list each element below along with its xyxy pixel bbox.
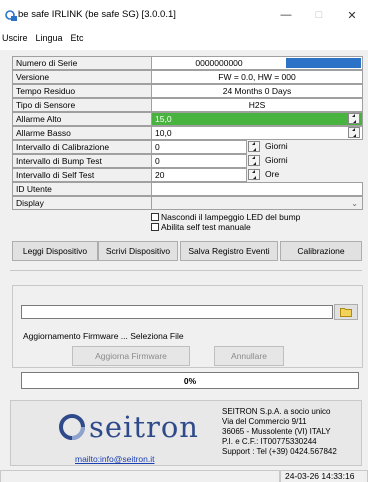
mailto-link[interactable]: mailto:info@seitron.it (75, 454, 155, 464)
logo-mark-icon (59, 414, 85, 440)
alarm-low-spinner-icon[interactable] (348, 127, 360, 138)
row-selftest-interval: Intervallo di Self Test 20 Ore (12, 168, 363, 182)
row-sensor-type: Tipo di Sensore H2S (12, 98, 363, 112)
read-device-button[interactable]: Leggi Dispositivo (12, 241, 98, 261)
alarm-low-label: Allarme Basso (12, 126, 151, 140)
update-firmware-button[interactable]: Aggiorna Firmware (72, 346, 190, 366)
folder-icon (339, 308, 352, 317)
row-version: Versione FW = 0.0, HW = 000 (12, 70, 363, 84)
cancel-button[interactable]: Annullare (214, 346, 284, 366)
logo-text: seitron (89, 410, 199, 444)
hide-led-checkbox[interactable] (151, 212, 159, 221)
selftest-interval-value: 20 (155, 170, 165, 180)
chevron-down-icon: ⌄ (351, 199, 358, 208)
minimize-button[interactable]: — (272, 6, 300, 24)
firmware-status-label: Aggiornamento Firmware ... Seleziona Fil… (23, 331, 184, 341)
alarm-high-input[interactable]: 15,0 (151, 112, 363, 126)
bump-interval-spinner-icon[interactable] (248, 155, 260, 166)
app-icon (5, 10, 17, 21)
alarm-low-input[interactable]: 10,0 (151, 126, 363, 140)
company-info: SEITRON S.p.A. a socio unico Via del Com… (222, 407, 337, 457)
company-line: Support : Tel (+39) 0424.567842 (222, 447, 337, 456)
selftest-interval-label: Intervallo di Self Test (12, 168, 151, 182)
alarm-high-label: Allarme Alto (12, 112, 151, 126)
serial-value: 0000000000 (195, 58, 243, 68)
title-bar: be safe IRLINK (be safe SG) [3.0.0.1] — … (0, 0, 368, 30)
serial-label: Numero di Serie (12, 56, 151, 70)
row-bump-interval: Intervallo di Bump Test 0 Giorni (12, 154, 363, 168)
status-datetime: 24-03-26 14:33:16 (285, 471, 355, 481)
save-log-button[interactable]: Salva Registro Eventi (180, 241, 278, 261)
status-cell (0, 470, 280, 482)
progress-text: 0% (183, 376, 197, 386)
hide-led-label: Nascondi il lampeggio LED del bump (161, 211, 301, 222)
menu-item-etc[interactable]: Etc (70, 33, 85, 43)
bump-interval-label: Intervallo di Bump Test (12, 154, 151, 168)
selftest-interval-unit: Ore (265, 169, 280, 179)
remaining-time-label: Tempo Residuo (12, 84, 151, 98)
alarm-high-spinner-icon[interactable] (348, 113, 360, 124)
firmware-progress-bar: 0% (21, 372, 359, 389)
calibration-interval-value: 0 (155, 142, 160, 152)
enable-selftest-label: Abilita self test manuale (161, 221, 251, 232)
version-value: FW = 0.0, HW = 000 (151, 70, 363, 84)
bump-interval-unit: Giorni (265, 155, 288, 165)
company-line: SEITRON S.p.A. a socio unico (222, 407, 331, 416)
calibration-interval-input[interactable]: 0 (151, 140, 247, 154)
user-id-label: ID Utente (12, 182, 151, 196)
row-remaining-time: Tempo Residuo 24 Months 0 Days (12, 84, 363, 98)
maximize-button[interactable]: □ (305, 6, 333, 24)
display-select[interactable]: ⌄ (151, 196, 363, 210)
write-device-button[interactable]: Scrivi Dispositivo (98, 241, 178, 261)
row-user-id: ID Utente (12, 182, 363, 196)
calibration-interval-label: Intervallo di Calibrazione (12, 140, 151, 154)
enable-selftest-option[interactable]: Abilita self test manuale (151, 221, 251, 232)
menu-item-exit[interactable]: Uscire (1, 33, 29, 43)
window-title: be safe IRLINK (be safe SG) [3.0.0.1] (18, 9, 176, 20)
row-alarm-low: Allarme Basso 10,0 (12, 126, 363, 140)
row-display: Display ⌄ (12, 196, 363, 210)
company-line: P.I. e C.F.: IT00775330244 (222, 437, 317, 446)
remaining-time-value: 24 Months 0 Days (151, 84, 363, 98)
alarm-low-value: 10,0 (155, 128, 172, 138)
menu-bar: Uscire Lingua Etc (0, 30, 368, 46)
firmware-file-input[interactable] (21, 305, 333, 319)
company-line: Via del Commercio 9/11 (222, 417, 307, 426)
display-label: Display (12, 196, 151, 210)
status-bar: 24-03-26 14:33:16 (0, 469, 368, 482)
sensor-type-value: H2S (151, 98, 363, 112)
bump-interval-value: 0 (155, 156, 160, 166)
separator (10, 270, 362, 271)
calibration-interval-unit: Giorni (265, 141, 288, 151)
row-serial: Numero di Serie 0000000000 (12, 56, 363, 70)
version-label: Versione (12, 70, 151, 84)
close-button[interactable]: ✕ (338, 6, 366, 24)
company-line: 36065 - Mussolente (VI) ITALY (222, 427, 331, 436)
serial-color-block (286, 58, 361, 68)
browse-button[interactable] (334, 304, 358, 320)
enable-selftest-checkbox[interactable] (151, 222, 159, 231)
calibration-interval-spinner-icon[interactable] (248, 141, 260, 152)
calibration-button[interactable]: Calibrazione (280, 241, 362, 261)
sensor-type-label: Tipo di Sensore (12, 98, 151, 112)
bump-interval-input[interactable]: 0 (151, 154, 247, 168)
alarm-high-value: 15,0 (155, 114, 172, 124)
row-alarm-high: Allarme Alto 15,0 (12, 112, 363, 126)
menu-item-language[interactable]: Lingua (35, 33, 64, 43)
seitron-logo: seitron (57, 410, 199, 444)
selftest-interval-spinner-icon[interactable] (248, 169, 260, 180)
serial-value-field: 0000000000 (151, 56, 363, 70)
user-id-input[interactable] (151, 182, 363, 196)
selftest-interval-input[interactable]: 20 (151, 168, 247, 182)
row-calibration-interval: Intervallo di Calibrazione 0 Giorni (12, 140, 363, 154)
